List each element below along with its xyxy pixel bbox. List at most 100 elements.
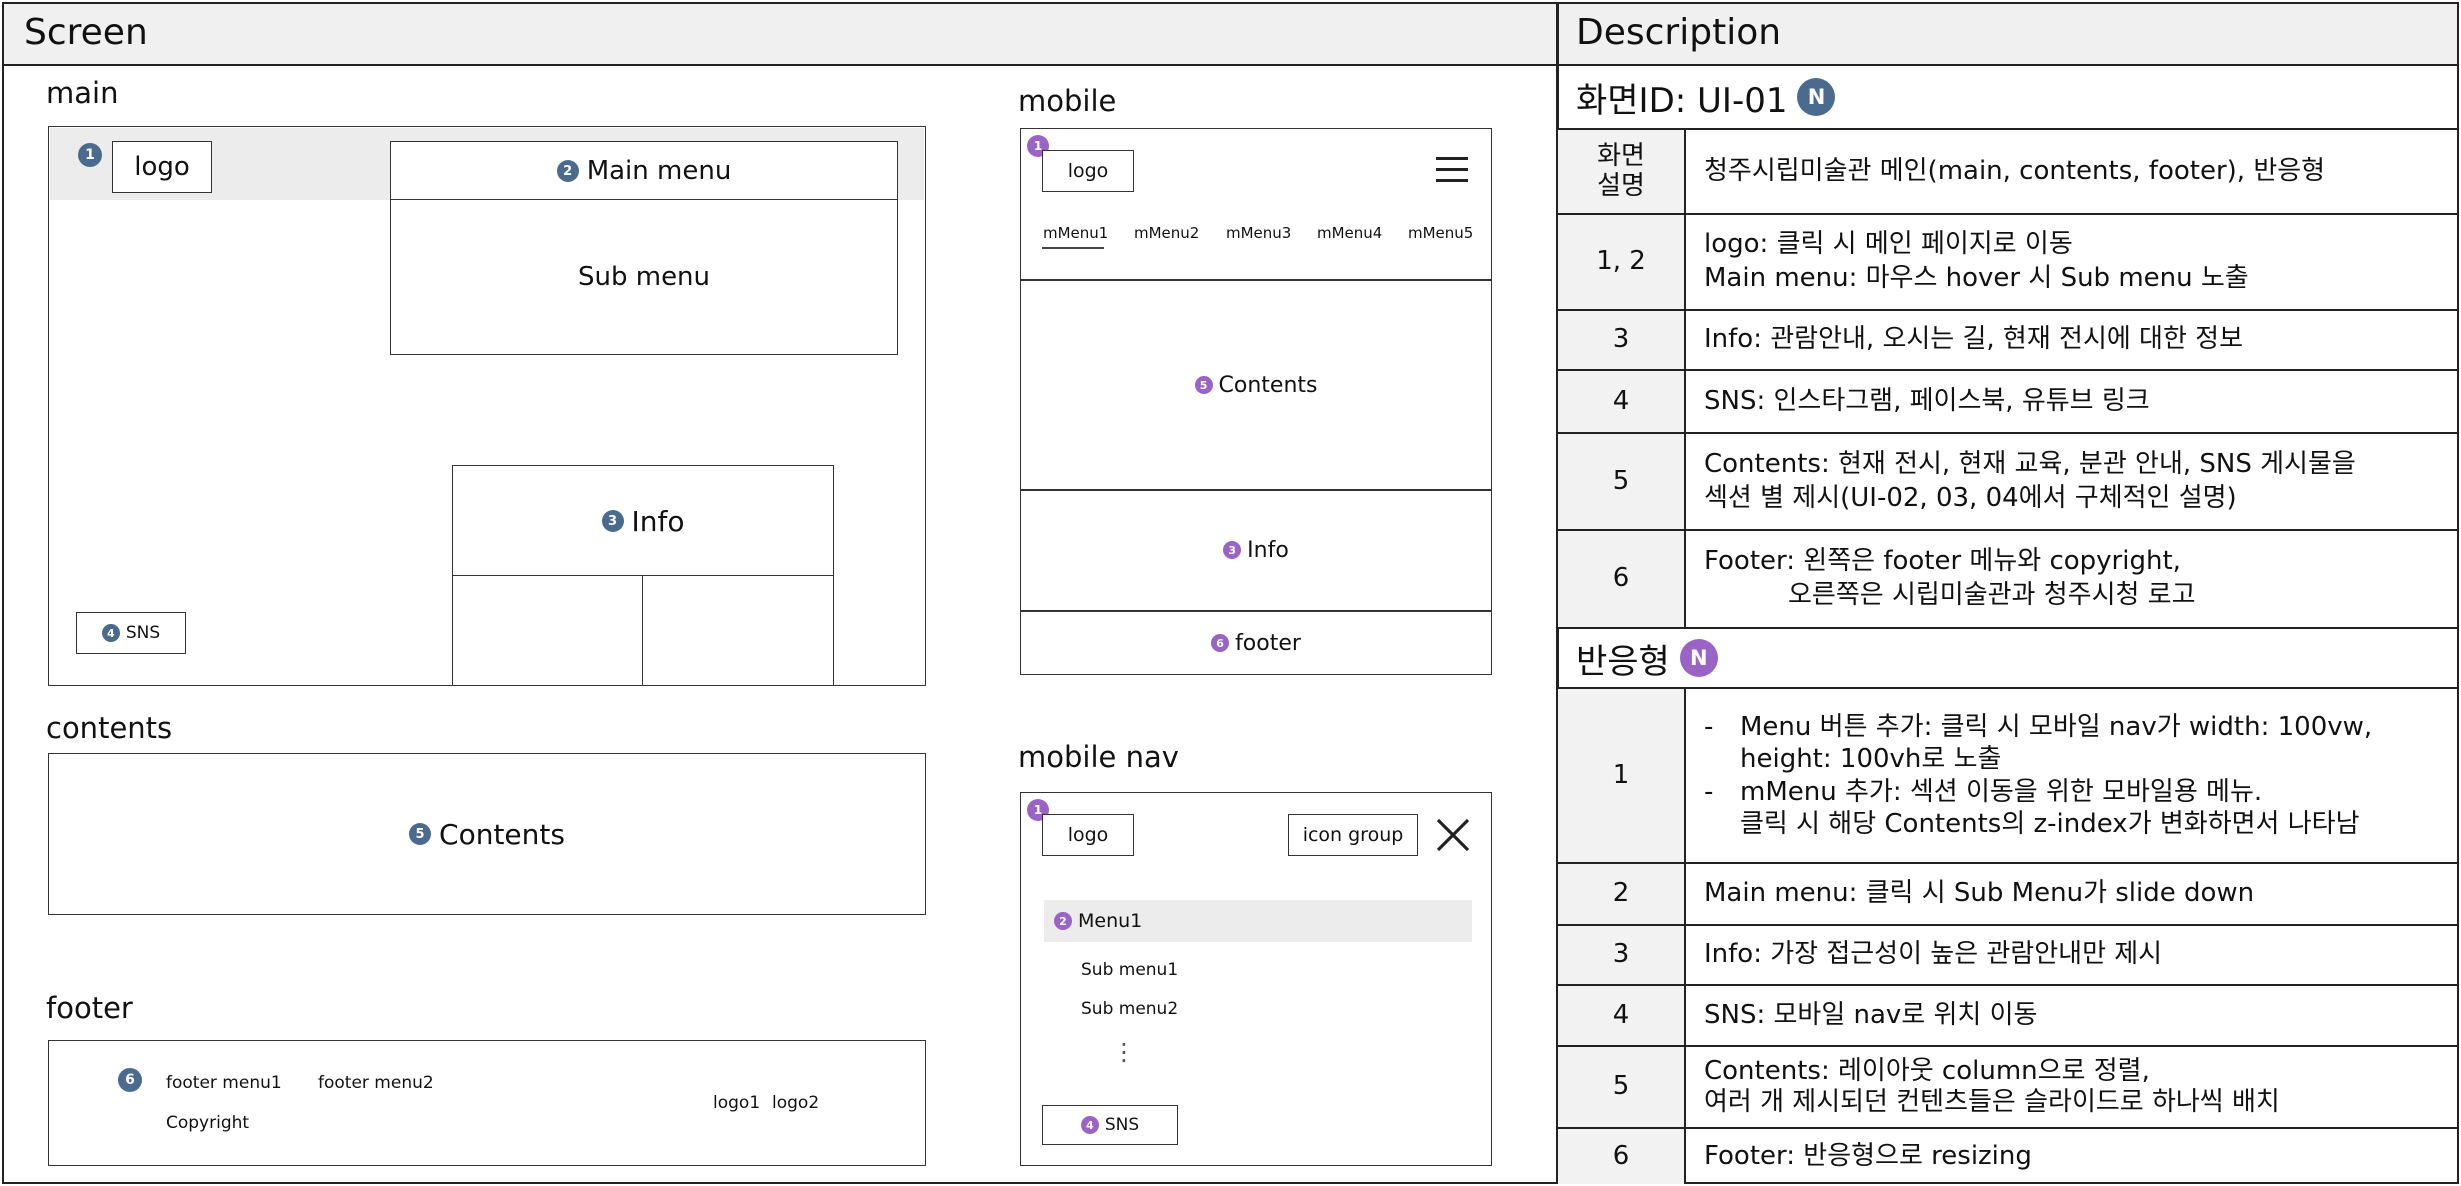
nav-menu1-label: Menu1 [1078, 910, 1143, 932]
mobile-contents[interactable]: 5 Contents [1020, 280, 1492, 490]
desc-row-5: 5 Contents: 현재 전시, 현재 교육, 분관 안내, SNS 게시물… [1558, 434, 2459, 531]
main-logo[interactable]: logo [112, 141, 212, 193]
mmenu-item-4[interactable]: mMenu4 [1317, 224, 1382, 242]
description-header: Description [1576, 12, 1782, 53]
info-sub-left [452, 575, 644, 686]
desc-line: mMenu 추가: 섹션 이동을 위한 모바일용 메뉴. [1740, 776, 2263, 807]
resp-bullet: - Menu 버튼 추가: 클릭 시 모바일 nav가 width: 100vw… [1704, 711, 2441, 776]
contents-label: contents [46, 711, 173, 745]
mmenu-item-5[interactable]: mMenu5 [1408, 224, 1473, 242]
desc-line: SNS: 모바일 nav로 위치 이동 [1704, 999, 2038, 1030]
mobile-nav-sns-label: SNS [1104, 1115, 1140, 1135]
footer-logo1[interactable]: logo1 [713, 1093, 760, 1113]
mobile-label: mobile [1018, 84, 1117, 118]
footer-badge-6: 6 [118, 1068, 142, 1092]
nav-ellipsis: ⋮ [1112, 1038, 1136, 1066]
resp-text: Info: 가장 접근성이 높은 관람안내만 제시 [1686, 926, 2459, 984]
resp-key: 4 [1558, 986, 1686, 1045]
main-badge-4: 4 [101, 624, 120, 642]
desc-text: Contents: 현재 전시, 현재 교육, 분관 안내, SNS 게시물을 … [1686, 434, 2459, 529]
desc-line: 클릭 시 해당 Contents의 z-index가 변화하면서 나타남 [1740, 809, 2360, 839]
resp-row-4: 4 SNS: 모바일 nav로 위치 이동 [1558, 986, 2459, 1047]
mobile-nav-badge-2: 2 [1054, 912, 1072, 930]
main-sns[interactable]: 4 SNS [76, 612, 186, 654]
main-menu-label: Main menu [586, 156, 732, 186]
desc-line: SNS: 인스타그램, 페이스북, 유튜브 링크 [1704, 385, 2150, 416]
resp-row-5: 5 Contents: 레이아웃 column으로 정렬, 여러 개 제시되던 … [1558, 1047, 2459, 1129]
resp-text: Contents: 레이아웃 column으로 정렬, 여러 개 제시되던 컨텐… [1686, 1047, 2459, 1127]
resp-text: - Menu 버튼 추가: 클릭 시 모바일 nav가 width: 100vw… [1686, 689, 2459, 862]
resp-text: SNS: 모바일 nav로 위치 이동 [1686, 986, 2459, 1045]
main-menu-bar[interactable]: 2 Main menu [390, 141, 898, 201]
sub-menu-box[interactable]: Sub menu [390, 199, 898, 355]
mobile-footer-label: footer [1235, 630, 1301, 656]
hamburger-icon[interactable] [1436, 154, 1468, 186]
resp-key: 1 [1558, 689, 1686, 862]
footer-menu1[interactable]: footer menu1 [166, 1073, 282, 1093]
mobile-nav-sns[interactable]: 4 SNS [1042, 1105, 1178, 1145]
resp-key: 6 [1558, 1129, 1686, 1184]
screen-header: Screen [24, 12, 148, 53]
mmenu-item-1[interactable]: mMenu1 [1043, 224, 1108, 242]
desc-key: 6 [1558, 531, 1686, 627]
mmenu-item-2[interactable]: mMenu2 [1134, 224, 1199, 242]
mobile-logo[interactable]: logo [1042, 150, 1134, 192]
desc-key: 4 [1558, 371, 1686, 432]
info-sub-right [642, 575, 834, 686]
desc-line: Info: 관람안내, 오시는 길, 현재 전시에 대한 정보 [1704, 324, 2243, 355]
desc-line: Menu 버튼 추가: 클릭 시 모바일 nav가 width: 100vw, [1740, 711, 2373, 742]
resp-key: 3 [1558, 926, 1686, 984]
resp-text: Main menu: 클릭 시 Sub Menu가 slide down [1686, 864, 2459, 924]
screen-id-row: 화면ID: UI-01 N [1558, 66, 2459, 130]
desc-text: Footer: 왼쪽은 footer 메뉴와 copyright, 오른쪽은 시… [1686, 531, 2459, 627]
main-sns-label: SNS [125, 623, 161, 643]
desc-text: SNS: 인스타그램, 페이스북, 유튜브 링크 [1686, 371, 2459, 432]
icon-group-box[interactable]: icon group [1288, 814, 1418, 856]
desc-row-overview: 화면 설명 청주시립미술관 메인(main, contents, footer)… [1558, 130, 2459, 215]
contents-badge-5: 5 [409, 823, 432, 845]
desc-line: 여러 개 제시되던 컨텐츠들은 슬라이드로 하나씩 배치 [1704, 1087, 2280, 1117]
desc-line: Info: 가장 접근성이 높은 관람안내만 제시 [1704, 939, 2163, 970]
nav-sub-menu2[interactable]: Sub menu2 [1081, 999, 1178, 1019]
desc-line: logo: 클릭 시 메인 페이지로 이동 [1704, 229, 2073, 260]
desc-line: Footer: 반응형으로 resizing [1704, 1140, 2032, 1171]
desc-key: 3 [1558, 311, 1686, 369]
footer-copyright: Copyright [166, 1113, 250, 1133]
desc-line: Footer: 왼쪽은 footer 메뉴와 copyright, [1704, 546, 2181, 577]
footer-logo2[interactable]: logo2 [772, 1093, 819, 1113]
desc-key: 화면 설명 [1558, 130, 1686, 213]
bullet-dash: - [1704, 711, 1714, 742]
mobile-badge-3: 3 [1223, 541, 1242, 559]
resp-row-1: 1 - Menu 버튼 추가: 클릭 시 모바일 nav가 width: 100… [1558, 689, 2459, 864]
nav-menu1-row[interactable]: 2 Menu1 [1044, 900, 1472, 942]
bullet-dash: - [1704, 776, 1714, 807]
mmenu-underline [1042, 247, 1104, 249]
mobile-info[interactable]: 3 Info [1020, 490, 1492, 610]
main-label: main [46, 76, 119, 110]
main-badge-3: 3 [601, 510, 624, 532]
mmenu-item-3[interactable]: mMenu3 [1226, 224, 1291, 242]
responsive-title: 반응형 [1576, 641, 1670, 682]
desc-text: 청주시립미술관 메인(main, contents, footer), 반응형 [1686, 130, 2459, 213]
desc-text: Info: 관람안내, 오시는 길, 현재 전시에 대한 정보 [1686, 311, 2459, 369]
mobile-badge-5: 5 [1194, 376, 1213, 394]
footer-menu2[interactable]: footer menu2 [318, 1073, 434, 1093]
nav-sub-menu1[interactable]: Sub menu1 [1081, 960, 1178, 980]
desc-line: Contents: 레이아웃 column으로 정렬, [1704, 1055, 2150, 1086]
desc-key: 5 [1558, 434, 1686, 529]
close-icon[interactable] [1434, 816, 1472, 854]
resp-text: Footer: 반응형으로 resizing [1686, 1129, 2459, 1184]
mobile-info-label: Info [1247, 537, 1289, 563]
mobile-nav-logo[interactable]: logo [1042, 814, 1134, 856]
desc-line: 청주시립미술관 메인(main, contents, footer), 반응형 [1704, 155, 2326, 186]
mobile-footer[interactable]: 6 footer [1020, 611, 1492, 675]
mobile-nav-badge-4: 4 [1080, 1116, 1099, 1134]
mobile-nav-label: mobile nav [1018, 740, 1179, 774]
desc-line: Main menu: 클릭 시 Sub Menu가 slide down [1704, 878, 2255, 909]
header-bar [2, 2, 2459, 66]
screen-id-badge: N [1797, 78, 1836, 116]
resp-bullet: - mMenu 추가: 섹션 이동을 위한 모바일용 메뉴. 클릭 시 해당 C… [1704, 776, 2441, 841]
info-box[interactable]: 3 Info [452, 465, 834, 577]
contents-wireframe[interactable]: 5 Contents [48, 753, 926, 915]
resp-row-2: 2 Main menu: 클릭 시 Sub Menu가 slide down [1558, 864, 2459, 926]
